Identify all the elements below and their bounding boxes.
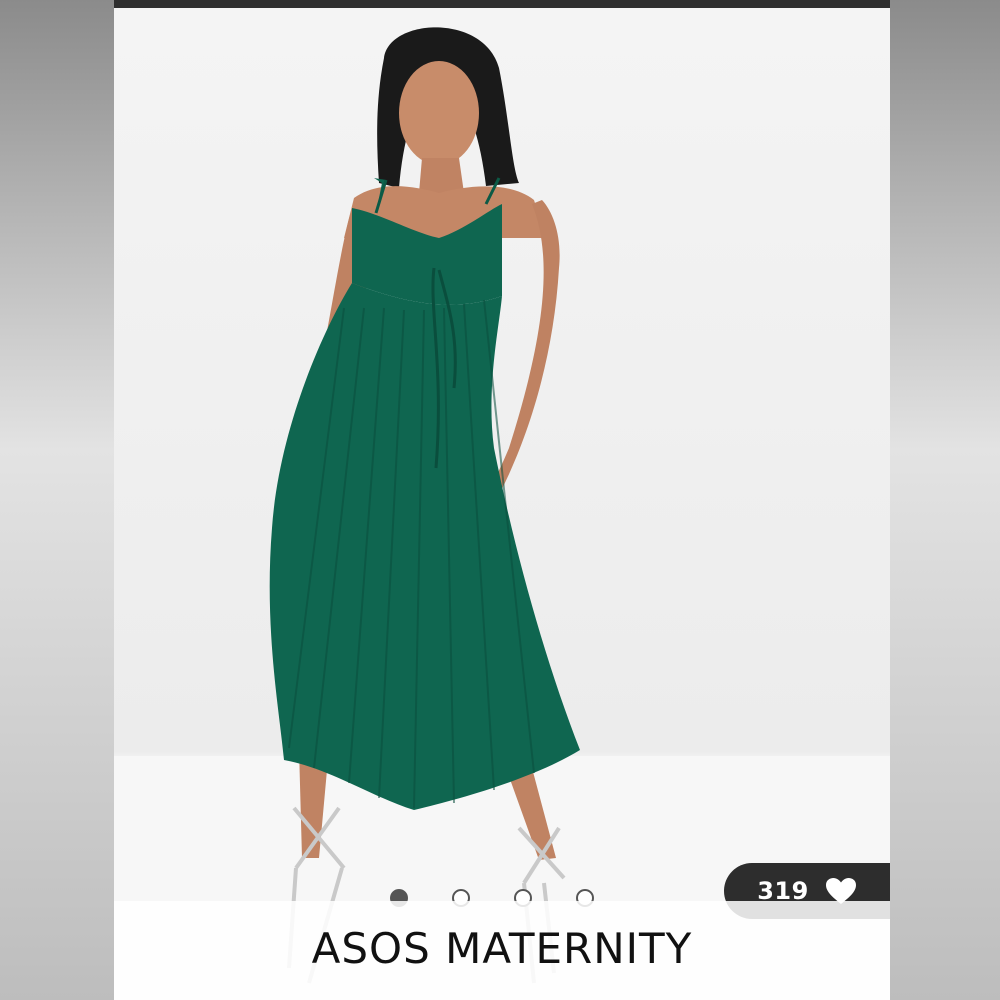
listing-photo-viewer[interactable]: 319 ASOS MATERNITY — [114, 0, 890, 1000]
right-blurred-backdrop — [890, 0, 1000, 1000]
model-illustration — [114, 27, 890, 1000]
top-edge-bar — [114, 0, 890, 8]
product-photo[interactable] — [114, 8, 890, 1000]
left-blurred-backdrop — [0, 0, 114, 1000]
brand-banner: ASOS MATERNITY — [114, 901, 890, 1000]
brand-name[interactable]: ASOS MATERNITY — [312, 924, 693, 973]
